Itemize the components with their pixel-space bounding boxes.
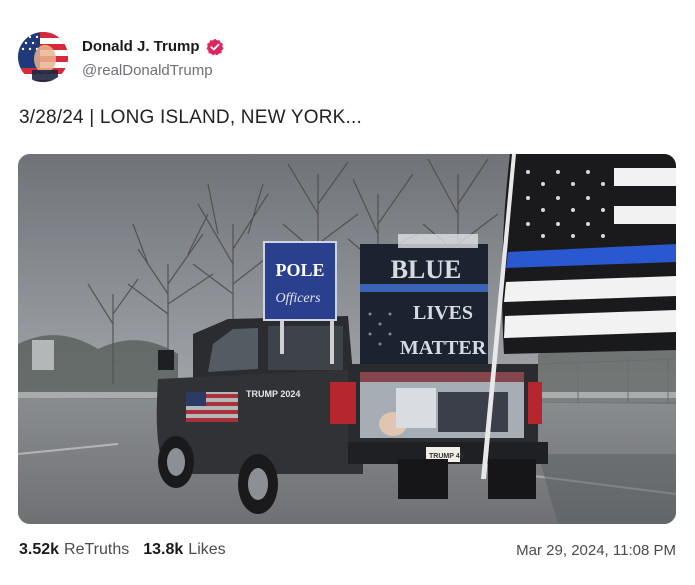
svg-text:POLE: POLE (275, 260, 324, 280)
svg-text:Officers: Officers (275, 291, 321, 306)
svg-text:LIVES: LIVES (413, 302, 473, 324)
retruths-count: 3.52k (19, 541, 60, 558)
post-timestamp[interactable]: Mar 29, 2024, 11:08 PM (516, 542, 676, 559)
post-media-video[interactable]: TRUMP 2024 TRUMP 45 POLE Officers BLUE L… (18, 154, 676, 524)
license-plate-text: TRUMP 45 (429, 453, 464, 460)
post-header: Donald J. Trump @realDonaldTrump (18, 32, 224, 82)
truck-flag-photo: TRUMP 2024 TRUMP 45 POLE Officers BLUE L… (18, 154, 676, 524)
verified-badge-icon (206, 38, 224, 56)
retruths-stat[interactable]: 3.52k ReTruths (19, 541, 129, 559)
likes-stat[interactable]: 13.8k Likes (143, 541, 225, 559)
flag-portrait-avatar-icon (18, 32, 68, 82)
likes-count: 13.8k (143, 541, 184, 558)
avatar[interactable] (18, 32, 68, 82)
retruths-label: ReTruths (64, 541, 130, 558)
author-handle[interactable]: @realDonaldTrump (82, 62, 224, 79)
truck-window-text: TRUMP 2024 (246, 389, 300, 399)
author-name[interactable]: Donald J. Trump (82, 38, 200, 55)
post-text: 3/28/24 | LONG ISLAND, NEW YORK... (19, 107, 362, 128)
svg-text:BLUE: BLUE (391, 255, 462, 284)
blue-lives-sign: BLUE LIVES MATTER (360, 234, 488, 364)
svg-text:MATTER: MATTER (400, 337, 487, 359)
police-officers-sign: POLE Officers (263, 241, 337, 321)
post-footer: 3.52k ReTruths 13.8k Likes Mar 29, 2024,… (19, 541, 676, 559)
likes-label: Likes (188, 541, 226, 558)
